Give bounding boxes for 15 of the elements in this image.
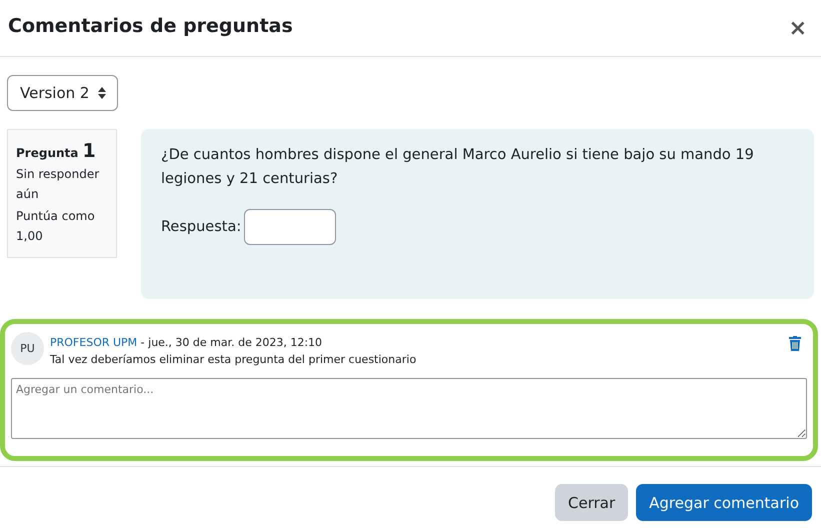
dialog-title: Comentarios de preguntas <box>8 15 293 37</box>
question-grade: Puntúa como 1,00 <box>16 208 96 245</box>
question-number: Pregunta 1 <box>16 140 97 162</box>
question-text: ¿De cuantos hombres dispone el general Marco Aurelio si tiene bajo su mando 19 legiones y 21 centurias? <box>161 146 755 189</box>
comment-field[interactable]: Agregar un comentario... <box>11 378 807 439</box>
comment-meta: PROFESOR UPM - jue., 30 de mar. de 2023, 12:10 <box>50 336 324 349</box>
avatar: PU <box>11 332 44 365</box>
question-status: Sin responder aún <box>16 166 100 203</box>
version-select[interactable]: Version 2 <box>7 75 118 111</box>
close-dialog-button[interactable]: Cerrar <box>555 484 628 521</box>
add-comment-button[interactable]: Agregar comentario <box>636 484 812 521</box>
answer-label: Respuesta: <box>161 219 242 235</box>
comment-text: Tal vez deberíamos eliminar esta pregunta del primer cuestionario <box>50 353 418 366</box>
author-link[interactable]: PROFESOR UPM <box>50 336 138 349</box>
close-button[interactable]: × <box>782 16 813 40</box>
